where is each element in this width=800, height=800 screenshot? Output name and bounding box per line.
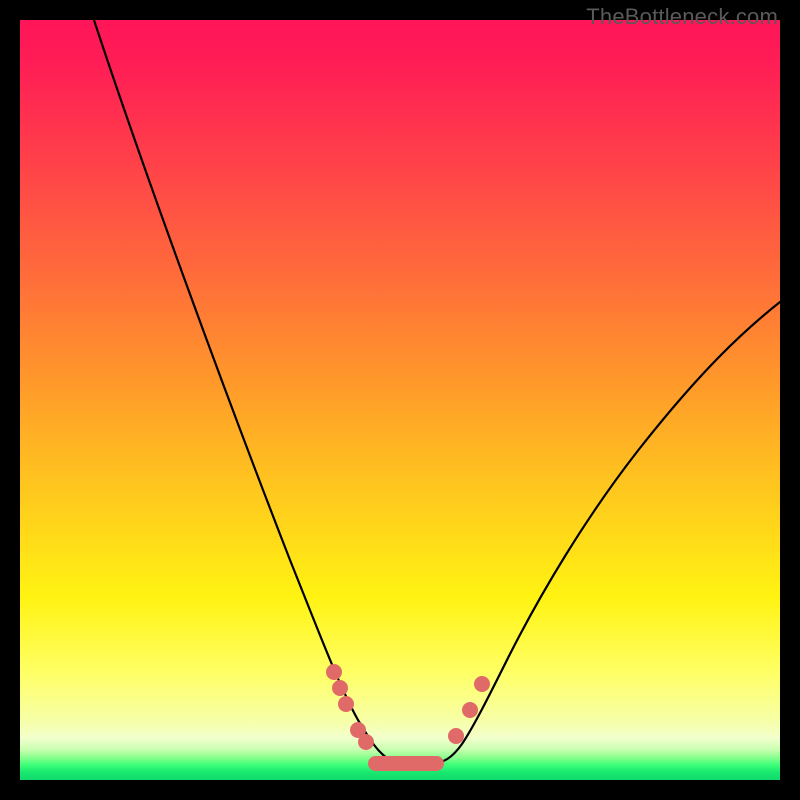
curve-marker [338, 696, 354, 712]
watermark-text: TheBottleneck.com [586, 4, 778, 30]
bottleneck-curve [94, 20, 780, 765]
curve-marker [462, 702, 478, 718]
curve-marker [448, 728, 464, 744]
bottleneck-curve-svg [20, 20, 780, 780]
curve-marker [326, 664, 342, 680]
plot-area [20, 20, 780, 780]
chart-frame: TheBottleneck.com [0, 0, 800, 800]
trough-marker-pill [368, 756, 444, 771]
curve-marker [358, 734, 374, 750]
curve-marker [474, 676, 490, 692]
curve-marker [332, 680, 348, 696]
